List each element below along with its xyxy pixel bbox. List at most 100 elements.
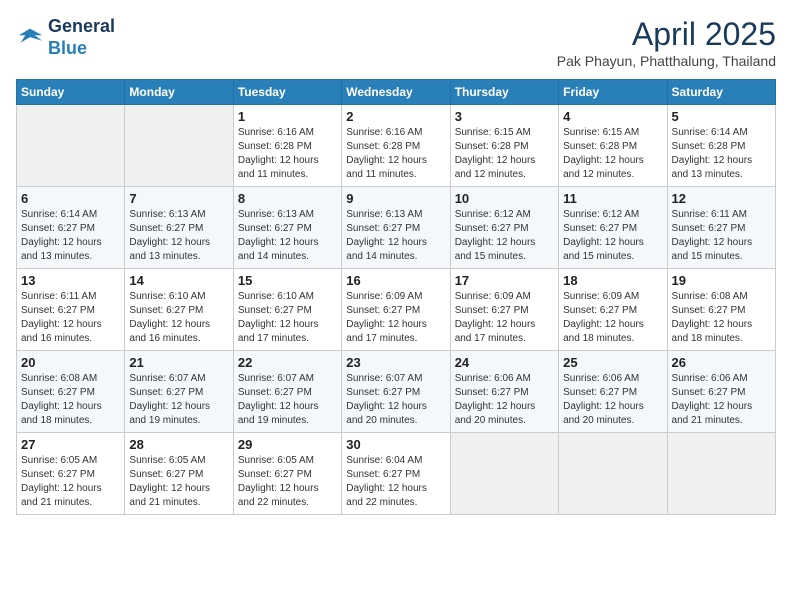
calendar-cell: 3 Sunrise: 6:15 AMSunset: 6:28 PMDaylight… bbox=[450, 105, 558, 187]
calendar-cell: 22 Sunrise: 6:07 AMSunset: 6:27 PMDayligh… bbox=[233, 351, 341, 433]
calendar-week-1: 1Sunrise: 6:16 AMSunset: 6:28 PMDaylight… bbox=[17, 105, 776, 187]
day-info: Sunrise: 6:06 AMSunset: 6:27 PMDaylight:… bbox=[455, 372, 554, 428]
calendar-cell: 25Sunrise: 6:06 AMSunset: 6:27 PMDayligh… bbox=[559, 351, 667, 433]
calendar-cell: 13Sunrise: 6:11 AMSunset: 6:27 PMDayligh… bbox=[17, 269, 125, 351]
calendar-cell: 17 Sunrise: 6:09 AMSunset: 6:27 PMDayligh… bbox=[450, 269, 558, 351]
day-number: 20 bbox=[21, 355, 120, 370]
calendar-cell: 26Sunrise: 6:06 AMSunset: 6:27 PMDayligh… bbox=[667, 351, 775, 433]
day-info: Sunrise: 6:14 AMSunset: 6:27 PMDaylight:… bbox=[21, 208, 120, 264]
day-number: 15 bbox=[238, 273, 337, 288]
day-info: Sunrise: 6:16 AMSunset: 6:28 PMDaylight:… bbox=[238, 126, 337, 182]
calendar-cell bbox=[559, 433, 667, 515]
calendar-cell: 16 Sunrise: 6:09 AMSunset: 6:27 PMDayligh… bbox=[342, 269, 450, 351]
calendar-cell: 9 Sunrise: 6:13 AMSunset: 6:27 PMDaylight… bbox=[342, 187, 450, 269]
calendar-cell bbox=[17, 105, 125, 187]
day-info: Sunrise: 6:12 AMSunset: 6:27 PMDaylight:… bbox=[563, 208, 662, 264]
weekday-header-friday: Friday bbox=[559, 80, 667, 105]
day-number: 5 bbox=[672, 109, 771, 124]
day-info: Sunrise: 6:14 AMSunset: 6:28 PMDaylight:… bbox=[672, 126, 771, 182]
logo: General Blue bbox=[16, 16, 115, 59]
day-number: 8 bbox=[238, 191, 337, 206]
calendar-cell: 30Sunrise: 6:04 AMSunset: 6:27 PMDayligh… bbox=[342, 433, 450, 515]
weekday-header-wednesday: Wednesday bbox=[342, 80, 450, 105]
calendar-cell: 5 Sunrise: 6:14 AMSunset: 6:28 PMDaylight… bbox=[667, 105, 775, 187]
calendar-body: 1Sunrise: 6:16 AMSunset: 6:28 PMDaylight… bbox=[17, 105, 776, 515]
day-number: 13 bbox=[21, 273, 120, 288]
logo-icon bbox=[16, 24, 44, 52]
day-number: 3 bbox=[455, 109, 554, 124]
calendar-week-5: 27 Sunrise: 6:05 AMSunset: 6:27 PMDayligh… bbox=[17, 433, 776, 515]
day-info: Sunrise: 6:11 AMSunset: 6:27 PMDaylight:… bbox=[672, 208, 771, 264]
day-number: 23 bbox=[346, 355, 445, 370]
day-info: Sunrise: 6:12 AMSunset: 6:27 PMDaylight:… bbox=[455, 208, 554, 264]
calendar-cell: 29 Sunrise: 6:05 AMSunset: 6:27 PMDayligh… bbox=[233, 433, 341, 515]
calendar-cell: 27 Sunrise: 6:05 AMSunset: 6:27 PMDayligh… bbox=[17, 433, 125, 515]
day-info: Sunrise: 6:05 AMSunset: 6:27 PMDaylight:… bbox=[21, 454, 120, 510]
day-number: 9 bbox=[346, 191, 445, 206]
calendar-cell: 8 Sunrise: 6:13 AMSunset: 6:27 PMDaylight… bbox=[233, 187, 341, 269]
day-info: Sunrise: 6:10 AMSunset: 6:27 PMDaylight:… bbox=[238, 290, 337, 346]
day-number: 10 bbox=[455, 191, 554, 206]
day-info: Sunrise: 6:05 AMSunset: 6:27 PMDaylight:… bbox=[238, 454, 337, 510]
calendar-cell: 7 Sunrise: 6:13 AMSunset: 6:27 PMDaylight… bbox=[125, 187, 233, 269]
day-info: Sunrise: 6:15 AMSunset: 6:28 PMDaylight:… bbox=[563, 126, 662, 182]
day-number: 19 bbox=[672, 273, 771, 288]
day-info: Sunrise: 6:09 AMSunset: 6:27 PMDaylight:… bbox=[346, 290, 445, 346]
calendar-cell: 10 Sunrise: 6:12 AMSunset: 6:27 PMDayligh… bbox=[450, 187, 558, 269]
day-number: 28 bbox=[129, 437, 228, 452]
day-number: 21 bbox=[129, 355, 228, 370]
calendar-title: April 2025 bbox=[557, 16, 776, 53]
calendar-cell bbox=[667, 433, 775, 515]
calendar-cell: 4Sunrise: 6:15 AMSunset: 6:28 PMDaylight… bbox=[559, 105, 667, 187]
day-number: 14 bbox=[129, 273, 228, 288]
calendar-cell: 15 Sunrise: 6:10 AMSunset: 6:27 PMDayligh… bbox=[233, 269, 341, 351]
day-number: 16 bbox=[346, 273, 445, 288]
day-info: Sunrise: 6:08 AMSunset: 6:27 PMDaylight:… bbox=[21, 372, 120, 428]
calendar-cell: 6 Sunrise: 6:14 AMSunset: 6:27 PMDaylight… bbox=[17, 187, 125, 269]
day-number: 2 bbox=[346, 109, 445, 124]
calendar-cell: 20 Sunrise: 6:08 AMSunset: 6:27 PMDayligh… bbox=[17, 351, 125, 433]
day-info: Sunrise: 6:15 AMSunset: 6:28 PMDaylight:… bbox=[455, 126, 554, 182]
page-header: General Blue April 2025 Pak Phayun, Phat… bbox=[16, 16, 776, 69]
day-number: 25 bbox=[563, 355, 662, 370]
weekday-header-sunday: Sunday bbox=[17, 80, 125, 105]
weekday-header-saturday: Saturday bbox=[667, 80, 775, 105]
weekday-header-row: SundayMondayTuesdayWednesdayThursdayFrid… bbox=[17, 80, 776, 105]
calendar-cell bbox=[450, 433, 558, 515]
logo-text: General Blue bbox=[48, 16, 115, 59]
day-info: Sunrise: 6:13 AMSunset: 6:27 PMDaylight:… bbox=[129, 208, 228, 264]
day-number: 18 bbox=[563, 273, 662, 288]
day-info: Sunrise: 6:08 AMSunset: 6:27 PMDaylight:… bbox=[672, 290, 771, 346]
calendar-cell bbox=[125, 105, 233, 187]
calendar-subtitle: Pak Phayun, Phatthalung, Thailand bbox=[557, 53, 776, 69]
day-number: 22 bbox=[238, 355, 337, 370]
day-number: 6 bbox=[21, 191, 120, 206]
day-number: 24 bbox=[455, 355, 554, 370]
day-number: 27 bbox=[21, 437, 120, 452]
weekday-header-monday: Monday bbox=[125, 80, 233, 105]
day-number: 26 bbox=[672, 355, 771, 370]
day-info: Sunrise: 6:13 AMSunset: 6:27 PMDaylight:… bbox=[346, 208, 445, 264]
calendar-cell: 28Sunrise: 6:05 AMSunset: 6:27 PMDayligh… bbox=[125, 433, 233, 515]
calendar-cell: 14Sunrise: 6:10 AMSunset: 6:27 PMDayligh… bbox=[125, 269, 233, 351]
calendar-week-2: 6 Sunrise: 6:14 AMSunset: 6:27 PMDaylight… bbox=[17, 187, 776, 269]
day-info: Sunrise: 6:07 AMSunset: 6:27 PMDaylight:… bbox=[129, 372, 228, 428]
day-info: Sunrise: 6:13 AMSunset: 6:27 PMDaylight:… bbox=[238, 208, 337, 264]
calendar-cell: 21 Sunrise: 6:07 AMSunset: 6:27 PMDayligh… bbox=[125, 351, 233, 433]
day-number: 12 bbox=[672, 191, 771, 206]
calendar-cell: 24 Sunrise: 6:06 AMSunset: 6:27 PMDayligh… bbox=[450, 351, 558, 433]
calendar-cell: 23 Sunrise: 6:07 AMSunset: 6:27 PMDayligh… bbox=[342, 351, 450, 433]
day-number: 17 bbox=[455, 273, 554, 288]
day-info: Sunrise: 6:16 AMSunset: 6:28 PMDaylight:… bbox=[346, 126, 445, 182]
day-info: Sunrise: 6:07 AMSunset: 6:27 PMDaylight:… bbox=[346, 372, 445, 428]
calendar-cell: 11Sunrise: 6:12 AMSunset: 6:27 PMDayligh… bbox=[559, 187, 667, 269]
day-info: Sunrise: 6:07 AMSunset: 6:27 PMDaylight:… bbox=[238, 372, 337, 428]
calendar-cell: 12 Sunrise: 6:11 AMSunset: 6:27 PMDayligh… bbox=[667, 187, 775, 269]
day-number: 7 bbox=[129, 191, 228, 206]
calendar-cell: 18Sunrise: 6:09 AMSunset: 6:27 PMDayligh… bbox=[559, 269, 667, 351]
weekday-header-tuesday: Tuesday bbox=[233, 80, 341, 105]
day-number: 29 bbox=[238, 437, 337, 452]
calendar-cell: 19 Sunrise: 6:08 AMSunset: 6:27 PMDayligh… bbox=[667, 269, 775, 351]
day-info: Sunrise: 6:09 AMSunset: 6:27 PMDaylight:… bbox=[455, 290, 554, 346]
day-number: 30 bbox=[346, 437, 445, 452]
